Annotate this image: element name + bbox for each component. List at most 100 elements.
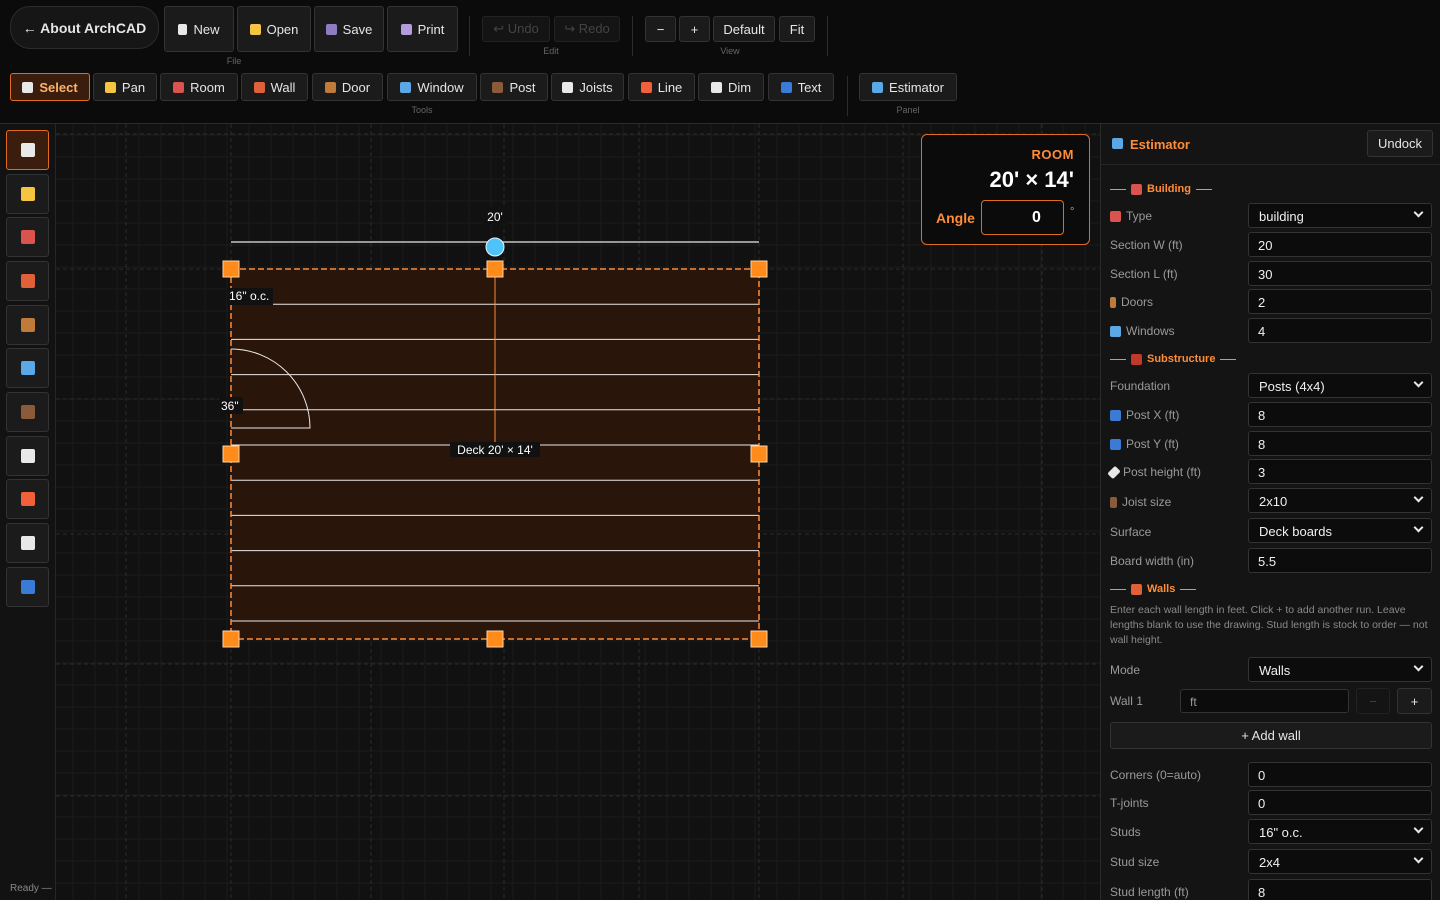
separator bbox=[469, 16, 470, 56]
tool-select-button[interactable]: Select bbox=[10, 73, 90, 101]
post-x-input[interactable]: 8 bbox=[1248, 402, 1432, 427]
window-icon bbox=[1110, 325, 1121, 337]
tool-dim-button[interactable]: Dim bbox=[698, 73, 764, 101]
tool-wall-button[interactable]: Wall bbox=[241, 73, 308, 101]
rail-select-button[interactable] bbox=[6, 130, 49, 170]
add-wall-button[interactable]: + Add wall bbox=[1110, 722, 1432, 749]
post-y-label: Post Y (ft) bbox=[1110, 437, 1179, 451]
rail-text-button[interactable] bbox=[6, 567, 49, 607]
stud-size-label: Stud size bbox=[1110, 855, 1160, 869]
foundation-value: Posts (4x4) bbox=[1259, 379, 1325, 394]
stud-length-input[interactable]: 8 bbox=[1248, 879, 1432, 900]
rail-window-button[interactable] bbox=[6, 348, 49, 388]
section-l-input[interactable]: 30 bbox=[1248, 261, 1432, 286]
rail-pan-button[interactable] bbox=[6, 174, 49, 214]
estimator-panel-button[interactable]: Estimator bbox=[859, 73, 957, 101]
chevron-down-icon bbox=[1413, 853, 1424, 864]
save-label: Save bbox=[342, 21, 373, 37]
divider bbox=[1196, 188, 1212, 190]
walls-help-text: Enter each wall length in feet. Click + … bbox=[1110, 604, 1428, 646]
stud-size-select[interactable]: 2x4 bbox=[1248, 849, 1432, 874]
divider bbox=[1110, 588, 1126, 590]
rail-post-button[interactable] bbox=[6, 392, 49, 432]
open-button[interactable]: Open bbox=[237, 6, 311, 52]
resize-handle[interactable] bbox=[222, 445, 240, 463]
resize-handle[interactable] bbox=[750, 260, 768, 278]
resize-handle[interactable] bbox=[222, 260, 240, 278]
resize-handle[interactable] bbox=[222, 630, 240, 648]
tool-pan-button[interactable]: Pan bbox=[93, 73, 157, 101]
view-group-label: View bbox=[720, 46, 740, 56]
windows-input[interactable]: 4 bbox=[1248, 318, 1432, 343]
add-wall-run-button[interactable]: + bbox=[1397, 688, 1432, 714]
surface-select[interactable]: Deck boards bbox=[1248, 518, 1432, 543]
walls-section-heading: Walls bbox=[1110, 583, 1197, 595]
tool-text-button[interactable]: Text bbox=[768, 73, 834, 101]
redo-button[interactable]: ↪ Redo bbox=[554, 16, 620, 42]
tool-post-button[interactable]: Post bbox=[480, 73, 548, 101]
resize-handle[interactable] bbox=[750, 445, 768, 463]
mode-select[interactable]: Walls bbox=[1248, 657, 1432, 682]
save-button[interactable]: Save bbox=[314, 6, 384, 52]
angle-input[interactable]: 0 bbox=[981, 200, 1064, 235]
rotate-handle[interactable] bbox=[485, 237, 505, 257]
joist-size-select[interactable]: 2x10 bbox=[1248, 488, 1432, 513]
rail-room-button[interactable] bbox=[6, 217, 49, 257]
section-w-input[interactable]: 20 bbox=[1248, 232, 1432, 257]
room-info-panel: ROOM 20' × 14' Angle 0 ° bbox=[921, 134, 1090, 245]
tool-line-button[interactable]: Line bbox=[628, 73, 695, 101]
about-archcad-button[interactable]: ← About ArchCAD bbox=[10, 6, 159, 49]
tool-window-button[interactable]: Window bbox=[387, 73, 477, 101]
tool-door-button[interactable]: Door bbox=[312, 73, 383, 101]
surface-label: Surface bbox=[1110, 525, 1152, 539]
corners-input[interactable]: 0 bbox=[1248, 762, 1432, 787]
zoom-out-button[interactable]: − bbox=[645, 16, 676, 42]
tool-door-label: Door bbox=[341, 79, 371, 95]
print-button[interactable]: Print bbox=[387, 6, 458, 52]
zoom-fit-button[interactable]: Fit bbox=[779, 16, 815, 42]
zoom-default-button[interactable]: Default bbox=[713, 16, 775, 42]
rail-door-button[interactable] bbox=[6, 305, 49, 345]
abc-icon bbox=[20, 580, 35, 594]
tool-room-button[interactable]: Room bbox=[160, 73, 238, 101]
resize-handle[interactable] bbox=[486, 630, 504, 648]
tjoints-input[interactable]: 0 bbox=[1248, 790, 1432, 815]
new-button[interactable]: New bbox=[164, 6, 234, 52]
tjoints-label: T-joints bbox=[1110, 796, 1149, 810]
pencil-icon bbox=[640, 81, 652, 93]
wall1-input[interactable]: ft bbox=[1180, 689, 1349, 713]
door-width-label: 36" bbox=[221, 399, 239, 413]
board-width-input[interactable]: 5.5 bbox=[1248, 548, 1432, 573]
post-height-input[interactable]: 3 bbox=[1248, 459, 1432, 484]
tool-dim-label: Dim bbox=[727, 79, 752, 95]
tool-joists-button[interactable]: Joists bbox=[551, 73, 624, 101]
open-label: Open bbox=[266, 21, 299, 37]
chevron-down-icon bbox=[1413, 377, 1424, 388]
studs-select[interactable]: 16" o.c. bbox=[1248, 819, 1432, 844]
cursor-icon bbox=[20, 143, 35, 157]
resize-handle[interactable] bbox=[750, 630, 768, 648]
folder-icon bbox=[249, 23, 261, 35]
house-icon bbox=[173, 81, 185, 93]
divider bbox=[1180, 588, 1197, 590]
zoom-in-button[interactable]: + bbox=[679, 16, 710, 42]
remove-wall-button[interactable]: − bbox=[1356, 688, 1390, 714]
post-y-label-text: Post Y (ft) bbox=[1126, 437, 1179, 451]
chevron-down-icon bbox=[1413, 661, 1424, 672]
angle-unit: ° bbox=[1070, 206, 1075, 218]
rail-wall-button[interactable] bbox=[6, 261, 49, 301]
rail-line-button[interactable] bbox=[6, 479, 49, 519]
foundation-select[interactable]: Posts (4x4) bbox=[1248, 373, 1432, 398]
rail-joists-button[interactable] bbox=[6, 436, 49, 476]
undock-button[interactable]: Undock bbox=[1367, 130, 1433, 157]
post-y-input[interactable]: 8 bbox=[1248, 431, 1432, 456]
chevron-down-icon bbox=[1413, 522, 1424, 533]
rail-dim-button[interactable] bbox=[6, 523, 49, 563]
doors-input[interactable]: 2 bbox=[1248, 289, 1432, 314]
triangle-ruler-icon bbox=[20, 449, 35, 463]
separator bbox=[827, 16, 828, 56]
resize-handle[interactable] bbox=[486, 260, 504, 278]
type-select[interactable]: building bbox=[1248, 203, 1432, 228]
undo-button[interactable]: ↩ Undo bbox=[482, 16, 550, 42]
post-height-label: Post height (ft) bbox=[1107, 465, 1201, 479]
